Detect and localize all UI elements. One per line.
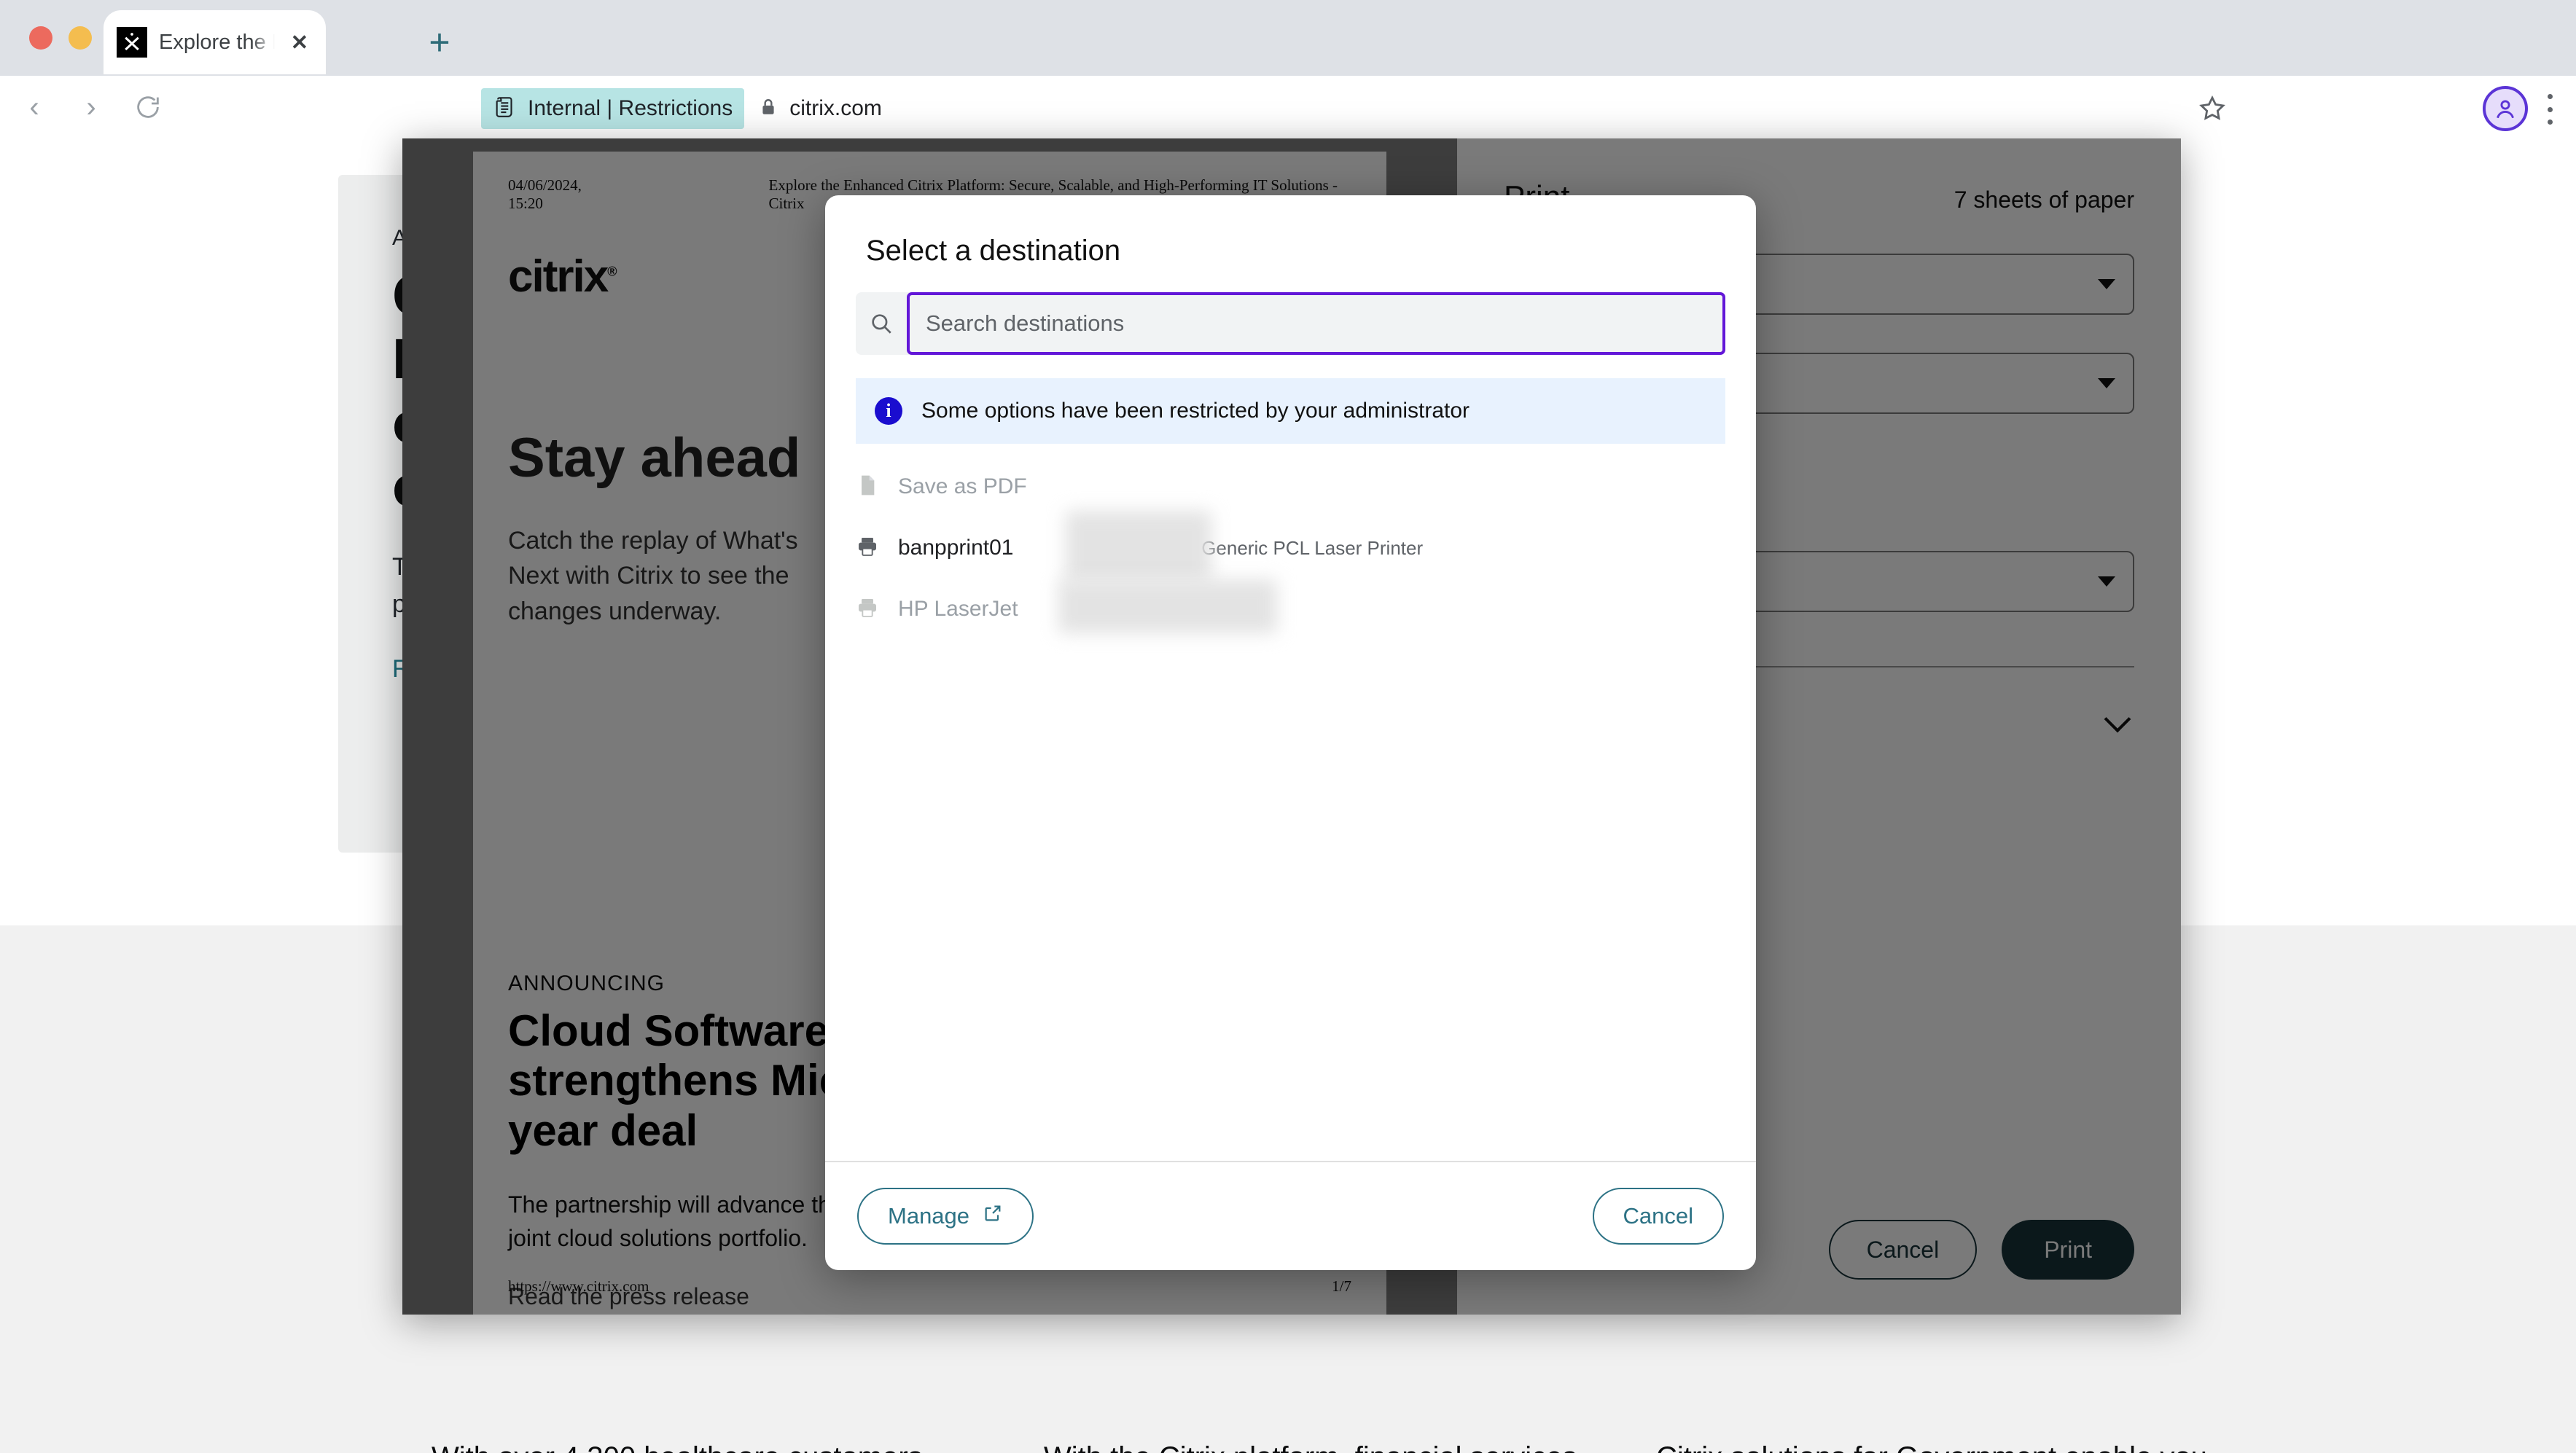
destination-item-save-as-pdf[interactable]: Save as PDF (825, 463, 1756, 511)
feature-column-text: With over 4,300 healthcare customers wor… (432, 1440, 1000, 1453)
policy-scroll-icon (493, 95, 518, 123)
browser-window: Explore the Enhanced C ✕ + ‹ › (0, 0, 2576, 1453)
restriction-info-text: Some options have been restricted by you… (921, 399, 1470, 423)
minimize-window-button[interactable] (69, 26, 92, 50)
close-tab-button[interactable]: ✕ (286, 30, 313, 55)
tab-strip: Explore the Enhanced C ✕ + (0, 0, 2576, 76)
navigation-buttons: ‹ › (10, 83, 172, 131)
printer-icon (856, 596, 879, 623)
chevron-down-icon (2098, 279, 2115, 289)
feature-column-text: With the Citrix platform, financial serv… (1044, 1440, 1612, 1453)
preview-footer-url: https://www.citrix.com (508, 1277, 649, 1295)
destination-name-suffix: net (1141, 536, 1173, 560)
select-destination-modal: Select a destination i Some options have… (825, 195, 1756, 1270)
print-dialog-actions: Cancel Print (1828, 1220, 2134, 1280)
destination-item-banpprint01[interactable]: banpprint01 net Generic PCL Laser Printe… (825, 511, 1756, 584)
browser-toolbar: ‹ › Internal | Restrictions citrix.com (0, 76, 2576, 138)
chevron-down-icon (2098, 378, 2115, 388)
citrix-favicon (117, 27, 147, 58)
destination-list: Save as PDF banpprint01 net Generic PCL … (825, 450, 1756, 1161)
profile-avatar-icon[interactable] (2483, 86, 2528, 131)
destination-subtitle: Generic PCL Laser Printer (1201, 536, 1424, 559)
feature-column: With the Citrix platform, financial serv… (1044, 1440, 1656, 1453)
three-dot-menu-icon[interactable] (2534, 92, 2566, 127)
modal-title: Select a destination (866, 235, 1121, 267)
lock-icon (759, 96, 778, 122)
feature-columns: With over 4,300 healthcare customers wor… (432, 1440, 2268, 1453)
search-icon (856, 311, 907, 336)
policy-chip-label: Internal | Restrictions (528, 96, 733, 120)
url-text: citrix.com (789, 96, 882, 120)
destination-name: banpprint01 (898, 536, 1014, 560)
printer-icon (856, 535, 879, 562)
feature-column: Citrix solutions for Government enable y… (1656, 1440, 2268, 1453)
bookmark-star-icon[interactable] (2191, 87, 2233, 130)
feature-column-text: Citrix solutions for Government enable y… (1656, 1440, 2225, 1453)
destination-name: Save as PDF (898, 474, 1027, 498)
redaction-blur (1066, 511, 1211, 584)
feature-column: With over 4,300 healthcare customers wor… (432, 1440, 1044, 1453)
url-display[interactable]: citrix.com (759, 96, 882, 122)
preview-footer-page: 1/7 (1332, 1277, 1351, 1295)
back-button[interactable]: ‹ (10, 83, 58, 131)
chevron-down-icon (2098, 576, 2115, 587)
preview-footer: https://www.citrix.com 1/7 (508, 1277, 1351, 1296)
redaction-blur (1058, 579, 1277, 633)
sheets-of-paper-label: 7 sheets of paper (1954, 187, 2134, 213)
chevron-down-icon (2104, 705, 2131, 732)
modal-footer: Manage Cancel (825, 1161, 1756, 1270)
policy-restrictions-chip[interactable]: Internal | Restrictions (481, 88, 745, 129)
modal-cancel-button[interactable]: Cancel (1592, 1188, 1724, 1245)
pdf-file-icon (856, 474, 879, 501)
search-destinations-input[interactable] (907, 292, 1725, 355)
external-link-icon (983, 1203, 1003, 1229)
reload-button[interactable] (124, 83, 172, 131)
preview-date: 04/06/2024, 15:20 (508, 176, 582, 212)
restriction-info-banner: i Some options have been restricted by y… (856, 378, 1725, 444)
print-confirm-button[interactable]: Print (2002, 1220, 2134, 1280)
manage-button-label: Manage (888, 1203, 970, 1229)
search-destinations-row (856, 292, 1725, 355)
destination-item-hp-laserjet[interactable]: HP LaserJet (825, 579, 1756, 633)
new-tab-button[interactable]: + (419, 23, 460, 64)
manage-printers-button[interactable]: Manage (857, 1188, 1034, 1245)
info-icon: i (875, 397, 902, 425)
tab-title: Explore the Enhanced C (159, 30, 275, 54)
browser-tab[interactable]: Explore the Enhanced C ✕ (104, 10, 326, 74)
forward-button[interactable]: › (67, 83, 115, 131)
print-cancel-button[interactable]: Cancel (1828, 1220, 1978, 1280)
close-window-button[interactable] (29, 26, 52, 50)
address-bar[interactable]: Internal | Restrictions citrix.com (481, 88, 2182, 129)
destination-name: HP LaserJet (898, 597, 1018, 621)
